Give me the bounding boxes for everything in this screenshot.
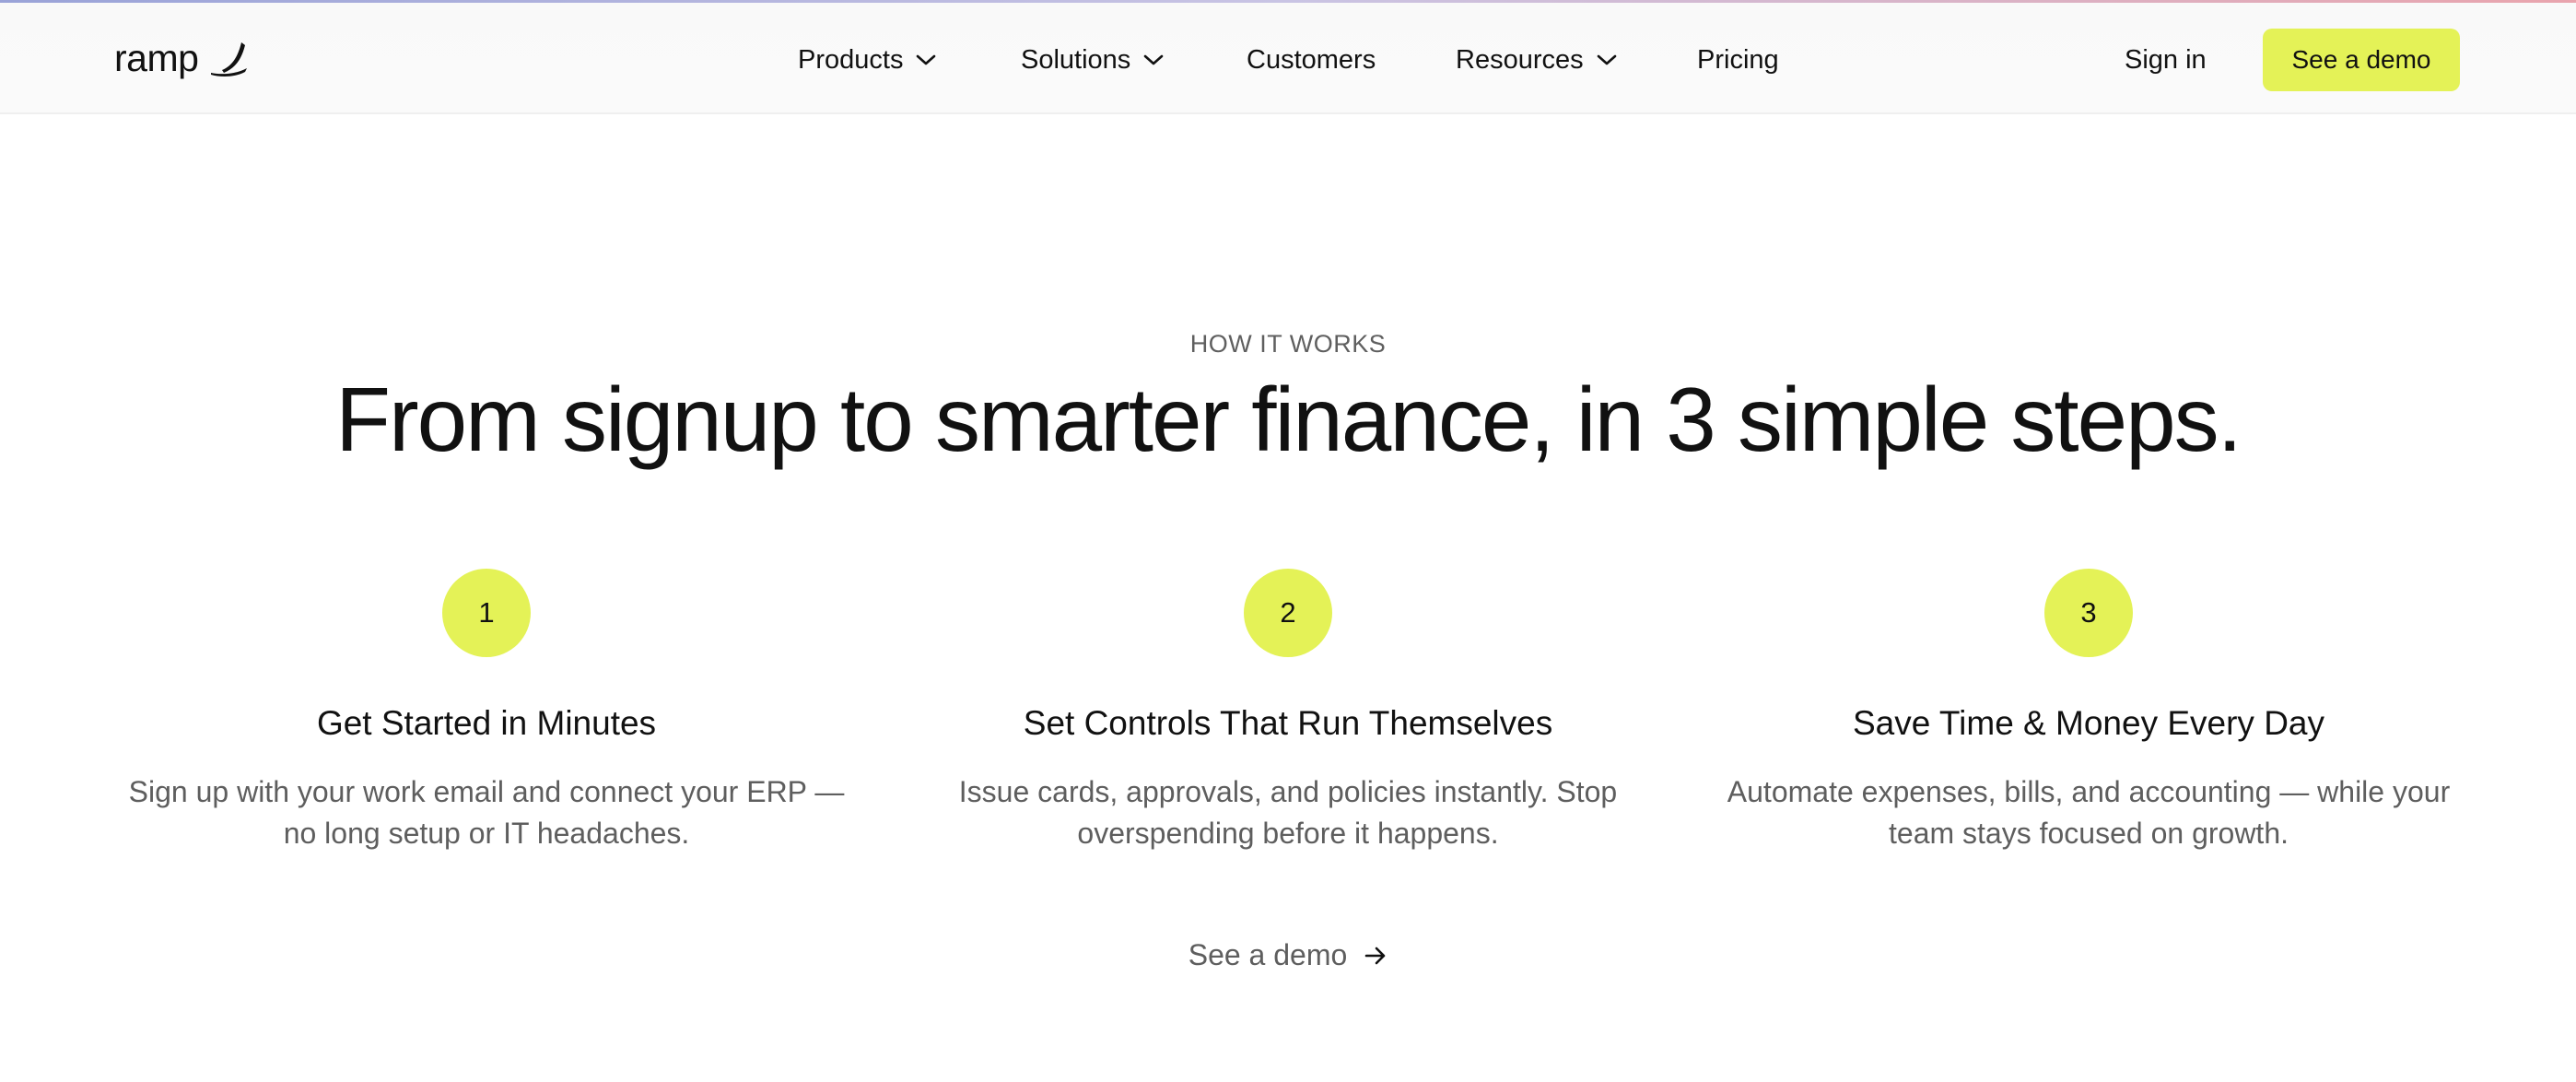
logo-text: ramp — [114, 36, 199, 79]
step-card-3: 3 Save Time & Money Every Day Automate e… — [1702, 569, 2476, 854]
step-card-1: 1 Get Started in Minutes Sign up with yo… — [100, 569, 873, 854]
step-description-line: Issue cards, approvals, and policies ins… — [958, 775, 1618, 808]
chevron-down-icon — [917, 54, 936, 65]
step-description-line: Sign up with your work email and connect… — [128, 775, 845, 808]
step-number-badge: 1 — [442, 569, 531, 657]
nav-pricing-label: Pricing — [1697, 44, 1779, 75]
section-eyebrow: HOW IT WORKS — [1189, 330, 1387, 358]
step-description-line: no long setup or IT headaches. — [283, 817, 690, 850]
nav-resources[interactable]: Resources — [1456, 38, 1617, 82]
chevron-down-icon — [1144, 54, 1164, 65]
logo-link[interactable]: ramp — [114, 30, 248, 86]
see-demo-link-label: See a demo — [1188, 938, 1348, 971]
sign-in-link[interactable]: Sign in — [2125, 38, 2207, 82]
nav-products[interactable]: Products — [798, 38, 936, 82]
step-description: Automate expenses, bills, and accounting… — [1702, 771, 2476, 854]
nav-products-label: Products — [798, 44, 904, 75]
step-number-badge: 2 — [1244, 569, 1332, 657]
arrow-right-icon — [1364, 947, 1386, 964]
step-description: Issue cards, approvals, and policies ins… — [901, 771, 1675, 854]
see-demo-button[interactable]: See a demo — [2263, 29, 2460, 91]
ramp-bird-icon — [211, 42, 248, 76]
step-description: Sign up with your work email and connect… — [100, 771, 873, 854]
chevron-down-icon — [1597, 54, 1616, 65]
nav-resources-label: Resources — [1456, 44, 1584, 75]
nav-solutions[interactable]: Solutions — [1021, 38, 1164, 82]
section-headline: From signup to smarter finance, in 3 sim… — [335, 369, 2242, 470]
nav-customers-label: Customers — [1247, 44, 1376, 75]
nav-solutions-label: Solutions — [1021, 44, 1131, 75]
nav-customers[interactable]: Customers — [1247, 38, 1376, 82]
step-card-2: 2 Set Controls That Run Themselves Issue… — [901, 569, 1675, 854]
step-title: Save Time & Money Every Day — [1852, 704, 2325, 742]
step-description-line: team stays focused on growth. — [1889, 817, 2289, 850]
step-title: Set Controls That Run Themselves — [1023, 704, 1553, 742]
step-title: Get Started in Minutes — [316, 704, 657, 742]
step-description-line: Automate expenses, bills, and accounting… — [1727, 775, 2451, 808]
step-number-badge: 3 — [2044, 569, 2133, 657]
nav-pricing[interactable]: Pricing — [1697, 38, 1779, 82]
see-demo-link[interactable]: See a demo — [0, 938, 2576, 972]
top-navigation: ramp Products Solutions Customers Resour… — [0, 3, 2576, 114]
step-description-line: overspending before it happens. — [1077, 817, 1499, 850]
